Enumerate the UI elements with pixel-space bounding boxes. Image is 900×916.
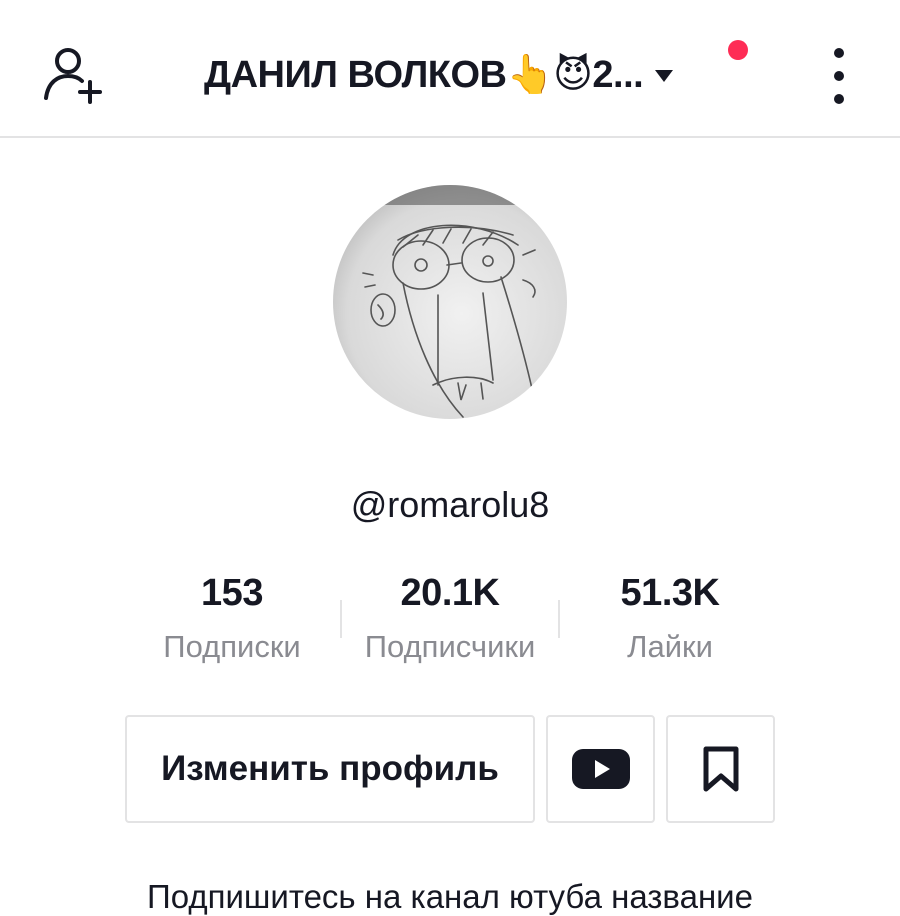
stat-likes-label: Лайки (627, 629, 713, 664)
avatar[interactable] (333, 185, 567, 419)
caret-down-icon (655, 70, 674, 82)
top-bar: ДАНИЛ ВОЛКОВ👆😈2... (0, 0, 900, 138)
stat-followers-value: 20.1K (400, 572, 500, 614)
stat-divider (340, 600, 342, 638)
stat-followers[interactable]: 20.1K Подписчики (350, 572, 550, 665)
stat-following-value: 153 (201, 572, 263, 614)
stat-followers-label: Подписчики (364, 629, 536, 664)
stat-following-label: Подписки (163, 629, 301, 664)
avatar-drawing (333, 185, 567, 419)
add-user-icon[interactable] (40, 44, 106, 104)
more-vertical-icon[interactable] (824, 48, 854, 104)
bio-text: Подпишитесь на канал ютуба название (147, 878, 753, 915)
bookmark-icon (703, 746, 738, 792)
stat-likes[interactable]: 51.3K Лайки (590, 572, 750, 665)
stat-following[interactable]: 153 Подписки (150, 572, 314, 665)
notification-dot (728, 40, 748, 60)
edit-profile-button[interactable]: Изменить профиль (125, 715, 535, 823)
account-switcher[interactable]: ДАНИЛ ВОЛКОВ👆😈2... (204, 46, 674, 102)
account-title: ДАНИЛ ВОЛКОВ👆😈2... (204, 53, 644, 96)
favorites-button[interactable] (666, 715, 775, 823)
stat-likes-value: 51.3K (620, 572, 720, 614)
username: @romarolu8 (350, 484, 550, 525)
youtube-button[interactable] (546, 715, 655, 823)
stat-divider (558, 600, 560, 638)
youtube-icon (571, 749, 630, 789)
